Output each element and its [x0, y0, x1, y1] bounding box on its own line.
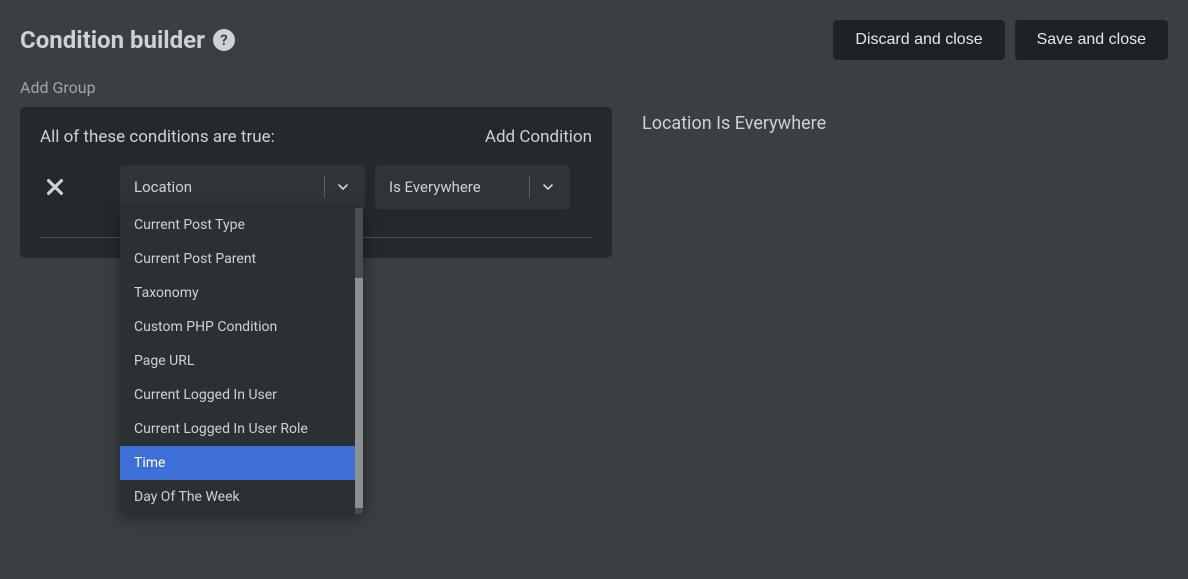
help-icon[interactable]: ?	[213, 29, 235, 51]
condition-row: Location Current Post TypeCurrent Post P…	[40, 165, 592, 238]
dropdown-item[interactable]: Custom PHP Condition	[120, 310, 363, 344]
remove-condition-icon[interactable]	[40, 172, 70, 202]
select-divider	[324, 176, 325, 198]
dropdown-item[interactable]: Current Post Parent	[120, 242, 363, 276]
group-title: All of these conditions are true:	[40, 127, 275, 147]
dropdown-scrollbar-thumb[interactable]	[355, 278, 363, 508]
page-title: Condition builder	[20, 26, 205, 54]
condition-value-value: Is Everywhere	[389, 178, 529, 196]
discard-button[interactable]: Discard and close	[833, 20, 1004, 60]
dropdown-item[interactable]: Day Of The Week	[120, 480, 363, 514]
add-condition-link[interactable]: Add Condition	[485, 127, 592, 147]
select-divider	[529, 176, 530, 198]
dropdown-item[interactable]: Current Post Type	[120, 208, 363, 242]
dropdown-item[interactable]: Taxonomy	[120, 276, 363, 310]
group-head: All of these conditions are true: Add Co…	[40, 127, 592, 147]
header-buttons: Discard and close Save and close	[833, 20, 1168, 60]
title-wrap: Condition builder ?	[20, 26, 235, 54]
chevron-down-icon	[540, 179, 556, 195]
dropdown-item[interactable]: Page URL	[120, 344, 363, 378]
main-row: All of these conditions are true: Add Co…	[20, 107, 1168, 258]
save-button[interactable]: Save and close	[1015, 20, 1168, 60]
condition-field-value: Location	[134, 178, 324, 196]
condition-field-dropdown: Current Post TypeCurrent Post ParentTaxo…	[120, 208, 363, 514]
condition-summary-text: Location Is Everywhere	[642, 113, 826, 134]
condition-value-select[interactable]: Is Everywhere	[375, 165, 570, 209]
add-group-link[interactable]: Add Group	[20, 78, 96, 97]
dropdown-item[interactable]: Current Logged In User	[120, 378, 363, 412]
dropdown-item[interactable]: Current Logged In User Role	[120, 412, 363, 446]
condition-field-select[interactable]: Location Current Post TypeCurrent Post P…	[120, 165, 365, 209]
dropdown-scrollbar-track[interactable]	[355, 208, 363, 514]
condition-group-card: All of these conditions are true: Add Co…	[20, 107, 612, 258]
header-row: Condition builder ? Discard and close Sa…	[20, 20, 1168, 60]
dropdown-item[interactable]: Time	[120, 446, 363, 480]
chevron-down-icon	[335, 179, 351, 195]
